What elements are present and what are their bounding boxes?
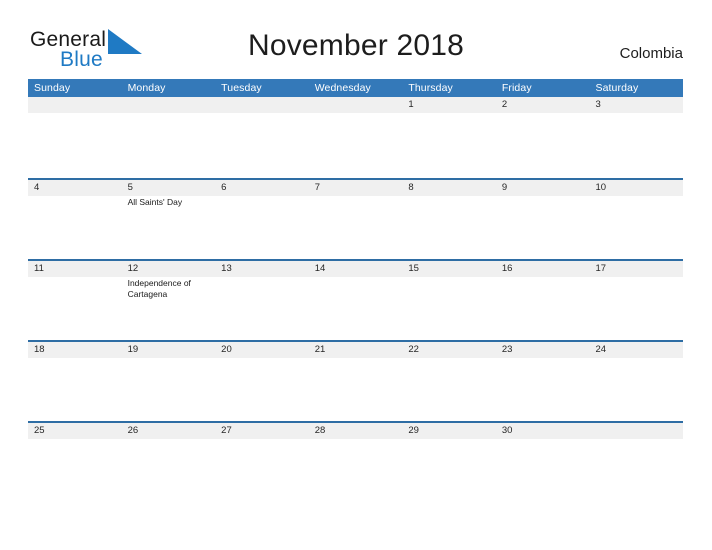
day-cell-6[interactable]: 6 — [215, 180, 309, 259]
day-cell-23[interactable]: 23 — [496, 342, 590, 421]
day-cell-18[interactable]: 18 — [28, 342, 122, 421]
weekday-header-thursday: Thursday — [408, 82, 453, 94]
day-number: 10 — [595, 182, 607, 193]
day-cell-7[interactable]: 7 — [309, 180, 403, 259]
day-cell-12[interactable]: 12 Independence of Cartagena — [122, 261, 216, 340]
page-header: General Blue November 2018 Colombia — [0, 0, 712, 78]
day-number: 12 — [127, 263, 139, 274]
weekday-header-tuesday: Tuesday — [221, 82, 262, 94]
day-number: 21 — [314, 344, 326, 355]
day-number: 5 — [127, 182, 133, 193]
calendar-grid: Sunday Monday Tuesday Wednesday Thursday Frid… — [28, 79, 683, 502]
week-days: 11 12 Independence of Cartagena 13 14 15 16 17 — [28, 261, 683, 340]
day-cell-empty — [309, 97, 403, 176]
day-cell-empty — [28, 97, 122, 176]
calendar-week-row: 11 12 Independence of Cartagena 13 14 15 16 17 — [28, 259, 683, 340]
day-number: 20 — [221, 344, 232, 355]
calendar-week-row: 4 5 All Saints' Day 6 7 8 9 10 — [28, 178, 683, 259]
holiday-event: Independence of Cartagena — [127, 278, 191, 299]
weekday-header-monday: Monday — [127, 82, 166, 94]
day-cell-27[interactable]: 27 — [215, 423, 309, 502]
day-number: 9 — [501, 182, 508, 193]
day-cell-1[interactable]: 1 — [402, 97, 496, 176]
day-number: 14 — [314, 263, 326, 274]
day-cell-15[interactable]: 15 — [402, 261, 496, 340]
holiday-event: All Saints' Day — [127, 197, 183, 207]
day-number: 18 — [34, 344, 45, 355]
calendar-week-row: 1 2 3 — [28, 97, 683, 178]
day-cell-26[interactable]: 26 — [122, 423, 216, 502]
day-cell-5[interactable]: 5 All Saints' Day — [122, 180, 216, 259]
day-cell-8[interactable]: 8 — [402, 180, 496, 259]
day-cell-13[interactable]: 13 — [215, 261, 309, 340]
day-number: 27 — [221, 425, 232, 436]
day-number: 23 — [501, 344, 513, 355]
week-days: 18 19 20 21 22 23 24 — [28, 342, 683, 421]
day-cell-16[interactable]: 16 — [496, 261, 590, 340]
day-number: 26 — [127, 425, 139, 436]
calendar-weeks: 1 2 3 4 5 All Saints' Day 6 7 8 9 10 11 12 Independen… — [28, 97, 683, 502]
day-cell-9[interactable]: 9 — [496, 180, 590, 259]
weekday-header-wednesday: Wednesday — [314, 82, 371, 94]
day-number: 15 — [408, 263, 419, 274]
day-number: 22 — [408, 344, 419, 355]
day-cell-20[interactable]: 20 — [215, 342, 309, 421]
day-cell-28[interactable]: 28 — [309, 423, 403, 502]
day-number: 16 — [501, 263, 513, 274]
day-number: 7 — [314, 182, 321, 193]
day-cell-14[interactable]: 14 — [309, 261, 403, 340]
day-number: 29 — [408, 425, 419, 436]
day-cell-24[interactable]: 24 — [589, 342, 683, 421]
day-cell-25[interactable]: 25 — [28, 423, 122, 502]
day-number: 19 — [127, 344, 139, 355]
day-number: 13 — [221, 263, 232, 274]
day-cell-2[interactable]: 2 — [496, 97, 590, 176]
day-number: 11 — [34, 263, 44, 274]
page-title: November 2018 — [247, 29, 465, 62]
weekday-header-row: Sunday Monday Tuesday Wednesday Thursday Frid… — [28, 79, 683, 97]
day-cell-29[interactable]: 29 — [402, 423, 496, 502]
day-number: 1 — [408, 99, 414, 110]
day-number: 28 — [314, 425, 326, 436]
day-number: 6 — [221, 182, 227, 193]
calendar-page: General Blue November 2018 Colombia Sund… — [0, 0, 712, 550]
day-cell-empty — [215, 97, 309, 176]
day-cell-empty — [122, 97, 216, 176]
weekday-header-friday: Friday — [501, 82, 532, 94]
day-number: 4 — [34, 182, 40, 193]
calendar-week-row: 25 26 27 28 29 30 — [28, 421, 683, 502]
country-label: Colombia — [619, 45, 683, 62]
week-days: 1 2 3 — [28, 97, 683, 176]
week-days: 25 26 27 28 29 30 — [28, 423, 683, 502]
day-cell-21[interactable]: 21 — [309, 342, 403, 421]
day-number: 30 — [501, 425, 513, 436]
calendar-week-row: 18 19 20 21 22 23 24 — [28, 340, 683, 421]
day-number: 2 — [501, 99, 508, 110]
week-days: 4 5 All Saints' Day 6 7 8 9 10 — [28, 180, 683, 259]
weekday-header-saturday: Saturday — [595, 82, 639, 94]
day-cell-4[interactable]: 4 — [28, 180, 122, 259]
day-events: Independence of Cartagena — [128, 277, 212, 300]
day-number: 3 — [595, 99, 601, 110]
day-number: 24 — [595, 344, 607, 355]
weekday-header-sunday: Sunday — [34, 82, 71, 94]
day-cell-11[interactable]: 11 — [28, 261, 122, 340]
day-cell-30[interactable]: 30 — [496, 423, 590, 502]
day-cell-22[interactable]: 22 — [402, 342, 496, 421]
day-number: 17 — [595, 263, 607, 274]
day-events: All Saints' Day — [128, 196, 212, 208]
day-cell-17[interactable]: 17 — [589, 261, 683, 340]
day-cell-empty — [589, 423, 683, 502]
day-cell-19[interactable]: 19 — [122, 342, 216, 421]
day-number: 25 — [34, 425, 45, 436]
day-number: 8 — [408, 182, 414, 193]
day-cell-3[interactable]: 3 — [589, 97, 683, 176]
day-cell-10[interactable]: 10 — [589, 180, 683, 259]
